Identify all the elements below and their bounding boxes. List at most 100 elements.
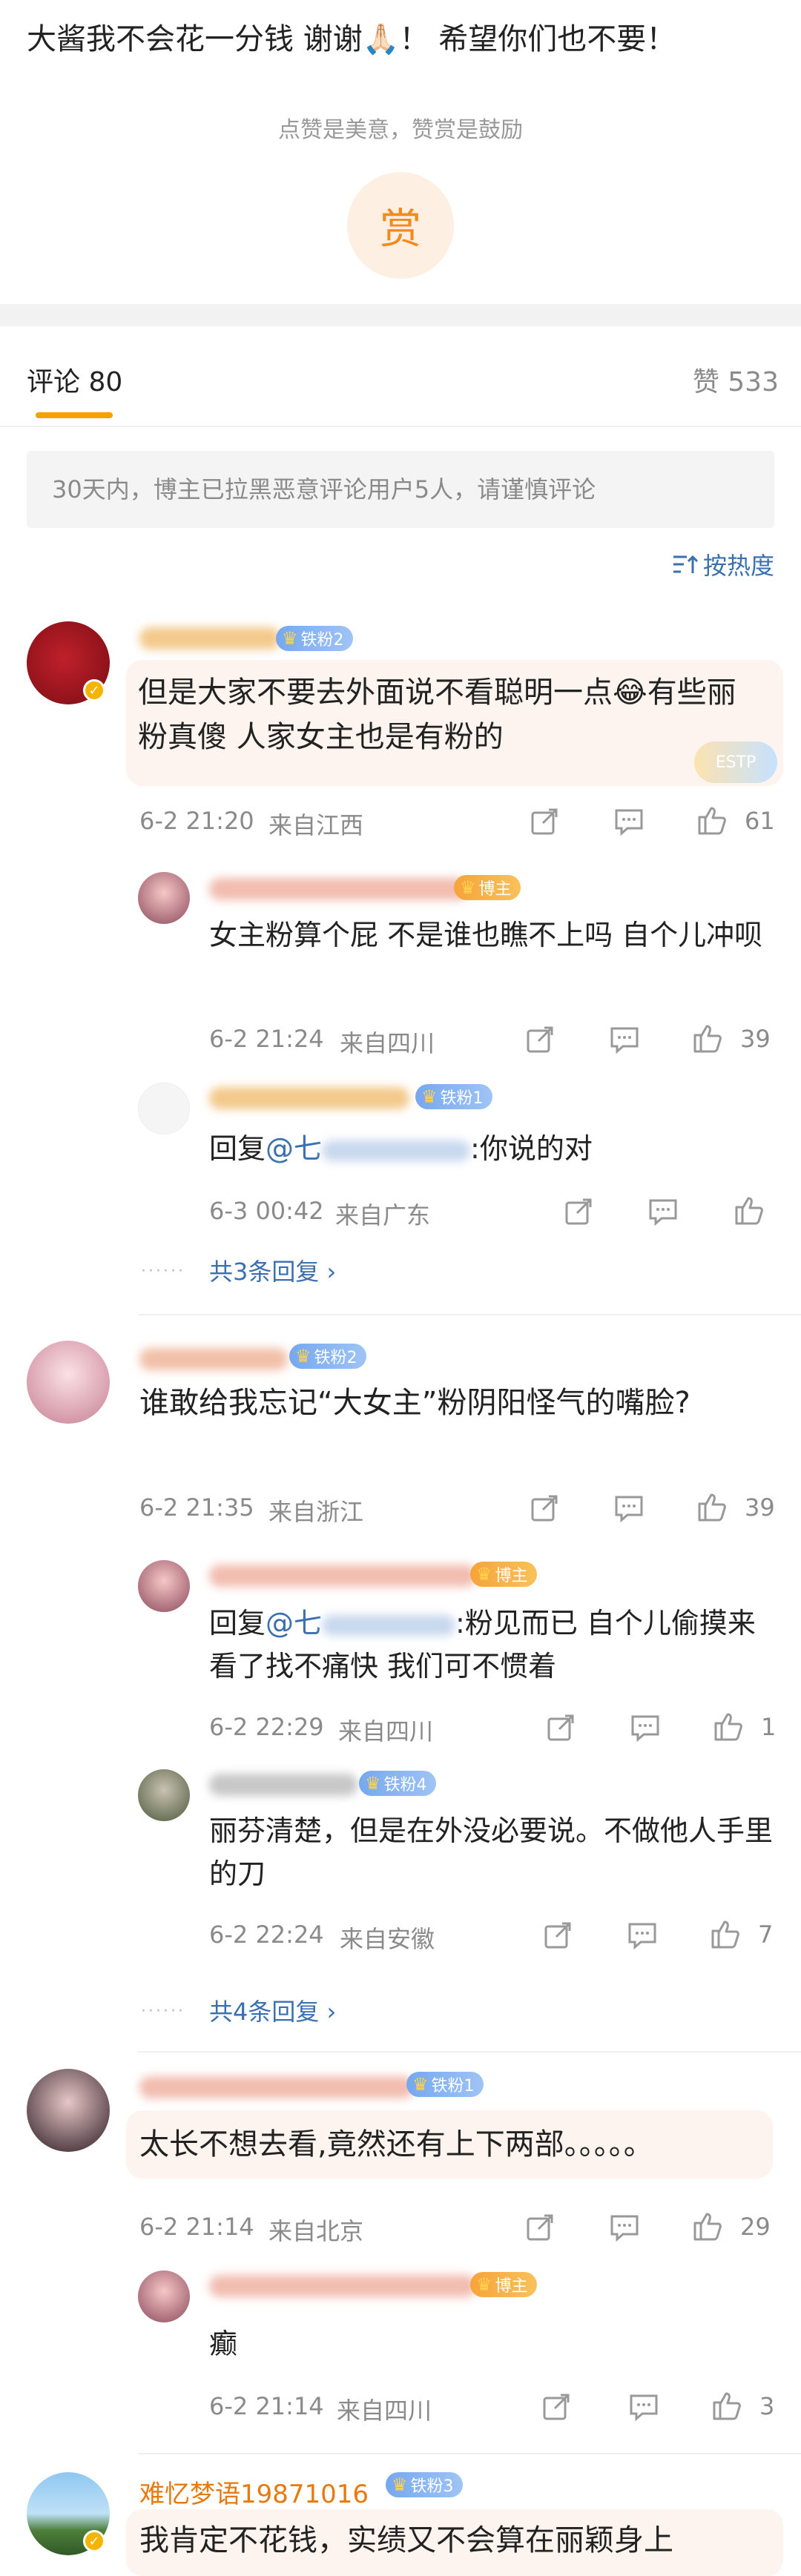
comment-text: 谁敢给我忘记“大女主”粉阴阳怪气的嘴脸?: [139, 1386, 690, 1420]
mbti-sticker: ESTP: [694, 742, 777, 783]
username[interactable]: 难忆梦语19871016: [139, 2474, 369, 2510]
comment-icon[interactable]: [627, 2391, 660, 2423]
comment-icon[interactable]: [613, 805, 645, 838]
avatar[interactable]: [27, 2069, 110, 2152]
reply-text: 回复@七:你说的对: [209, 1132, 593, 1165]
share-icon[interactable]: [562, 1195, 595, 1228]
dots-divider: ······: [141, 2002, 185, 2021]
comment-divider: [138, 2051, 801, 2052]
like-count: 7: [758, 1921, 774, 1949]
fans-badge: ♛ 铁粉4: [359, 1771, 436, 1796]
reply-prefix: 回复: [209, 1607, 266, 1639]
username-blurred[interactable]: [139, 627, 280, 650]
crown-icon: ♛: [392, 2474, 408, 2495]
fans-badge: ♛ 铁粉3: [386, 2472, 463, 2497]
comment-text: 太长不想去看,竟然还有上下两部。。。。。: [139, 2127, 653, 2161]
like-count: 39: [740, 1025, 771, 1053]
like-icon[interactable]: [733, 1194, 765, 1226]
crown-icon: ♛: [460, 877, 476, 898]
reply-location: 来自四川: [337, 2397, 432, 2425]
like-icon[interactable]: [709, 1918, 742, 1950]
dots-divider: ······: [141, 1262, 185, 1281]
comment-divider: [138, 2453, 801, 2454]
comment-icon[interactable]: [608, 1023, 641, 1056]
avatar[interactable]: [27, 1341, 110, 1424]
like-count: 3: [759, 2392, 775, 2420]
reply-location: 来自安徽: [340, 1925, 435, 1953]
like-icon[interactable]: [691, 1022, 724, 1054]
crown-icon: ♛: [282, 628, 298, 649]
like-icon[interactable]: [711, 2389, 743, 2422]
reply-prefix: 回复: [209, 1132, 266, 1165]
share-icon[interactable]: [528, 1492, 561, 1525]
sort-icon: [673, 555, 699, 573]
share-icon[interactable]: [524, 1023, 556, 1056]
like-icon[interactable]: [696, 804, 728, 836]
avatar[interactable]: [138, 2270, 190, 2322]
reply-time: 6-2 22:24: [209, 1921, 324, 1949]
reward-tip: 点赞是美意，赞赏是鼓励: [278, 117, 523, 143]
username-blurred[interactable]: [209, 2275, 476, 2297]
reply-time: 6-3 00:42: [209, 1197, 324, 1225]
fans-badge: ♛ 铁粉1: [406, 2072, 484, 2097]
comment-icon[interactable]: [608, 2211, 641, 2244]
crown-icon: ♛: [295, 1346, 312, 1367]
host-badge: ♛ 博主: [470, 2272, 537, 2297]
like-icon[interactable]: [691, 2210, 724, 2242]
reply-location: 来自广东: [335, 1201, 431, 1229]
sort-button[interactable]: 按热度: [672, 547, 774, 581]
share-icon[interactable]: [541, 1919, 574, 1952]
like-count: 29: [740, 2213, 771, 2241]
comment-icon[interactable]: [626, 1919, 659, 1952]
section-divider: [0, 304, 801, 326]
reply-location: 来自四川: [338, 1717, 434, 1746]
username-blurred[interactable]: [139, 1348, 288, 1370]
verified-icon: ✓: [83, 2530, 105, 2552]
host-badge: ♛ 博主: [454, 875, 521, 900]
tabs-divider: [0, 426, 801, 427]
like-icon[interactable]: [696, 1490, 728, 1523]
avatar[interactable]: [138, 1560, 190, 1612]
reply-time: 6-2 21:24: [209, 1025, 324, 1053]
avatar[interactable]: [138, 1083, 190, 1135]
mention-blurred: [322, 1614, 456, 1636]
mention-blurred: [322, 1140, 471, 1161]
share-icon[interactable]: [528, 805, 561, 838]
verified-icon: ✓: [83, 679, 105, 701]
avatar[interactable]: [138, 872, 190, 924]
username-blurred[interactable]: [209, 878, 469, 900]
like-count: 1: [761, 1713, 777, 1741]
username-blurred[interactable]: [139, 2076, 414, 2098]
reward-button[interactable]: 赏: [347, 172, 454, 279]
comment-icon[interactable]: [613, 1492, 645, 1525]
tab-likes[interactable]: 赞 533: [693, 360, 779, 399]
host-badge: ♛ 博主: [470, 1562, 537, 1587]
crown-icon: ♛: [365, 1773, 381, 1794]
comment-text: 我肯定不花钱，实绩又不会算在丽颖身上: [139, 2523, 673, 2557]
like-count: 39: [745, 1493, 775, 1522]
comment-time: 6-2 21:14: [139, 2213, 254, 2241]
comment-time: 6-2 21:35: [139, 1493, 254, 1522]
username-blurred[interactable]: [209, 1087, 409, 1109]
comment-location: 来自浙江: [268, 1498, 364, 1526]
crown-icon: ♛: [476, 2274, 492, 2295]
username-blurred[interactable]: [209, 1774, 357, 1796]
reply-time: 6-2 22:29: [209, 1713, 324, 1741]
share-icon[interactable]: [524, 2211, 556, 2244]
share-icon[interactable]: [544, 1711, 577, 1744]
comment-time: 6-2 21:20: [139, 807, 254, 835]
comment-icon[interactable]: [629, 1711, 662, 1744]
more-replies-link[interactable]: 共3条回复 ›: [209, 1253, 336, 1287]
like-icon[interactable]: [712, 1710, 745, 1743]
avatar[interactable]: [138, 1769, 190, 1821]
comment-text: 但是大家不要去外面说不看聪明一点😂有些丽粉真傻 人家女主也是有粉的: [138, 676, 736, 754]
crown-icon: ♛: [412, 2074, 429, 2095]
more-replies-link[interactable]: 共4条回复 ›: [209, 1993, 336, 2027]
comment-location: 来自江西: [268, 811, 364, 839]
comment-icon[interactable]: [647, 1195, 679, 1228]
mention-link[interactable]: @七: [266, 1607, 322, 1639]
username-blurred[interactable]: [209, 1565, 476, 1587]
tab-comments[interactable]: 评论 80: [27, 360, 122, 399]
mention-link[interactable]: @七: [266, 1132, 322, 1165]
share-icon[interactable]: [540, 2391, 573, 2423]
